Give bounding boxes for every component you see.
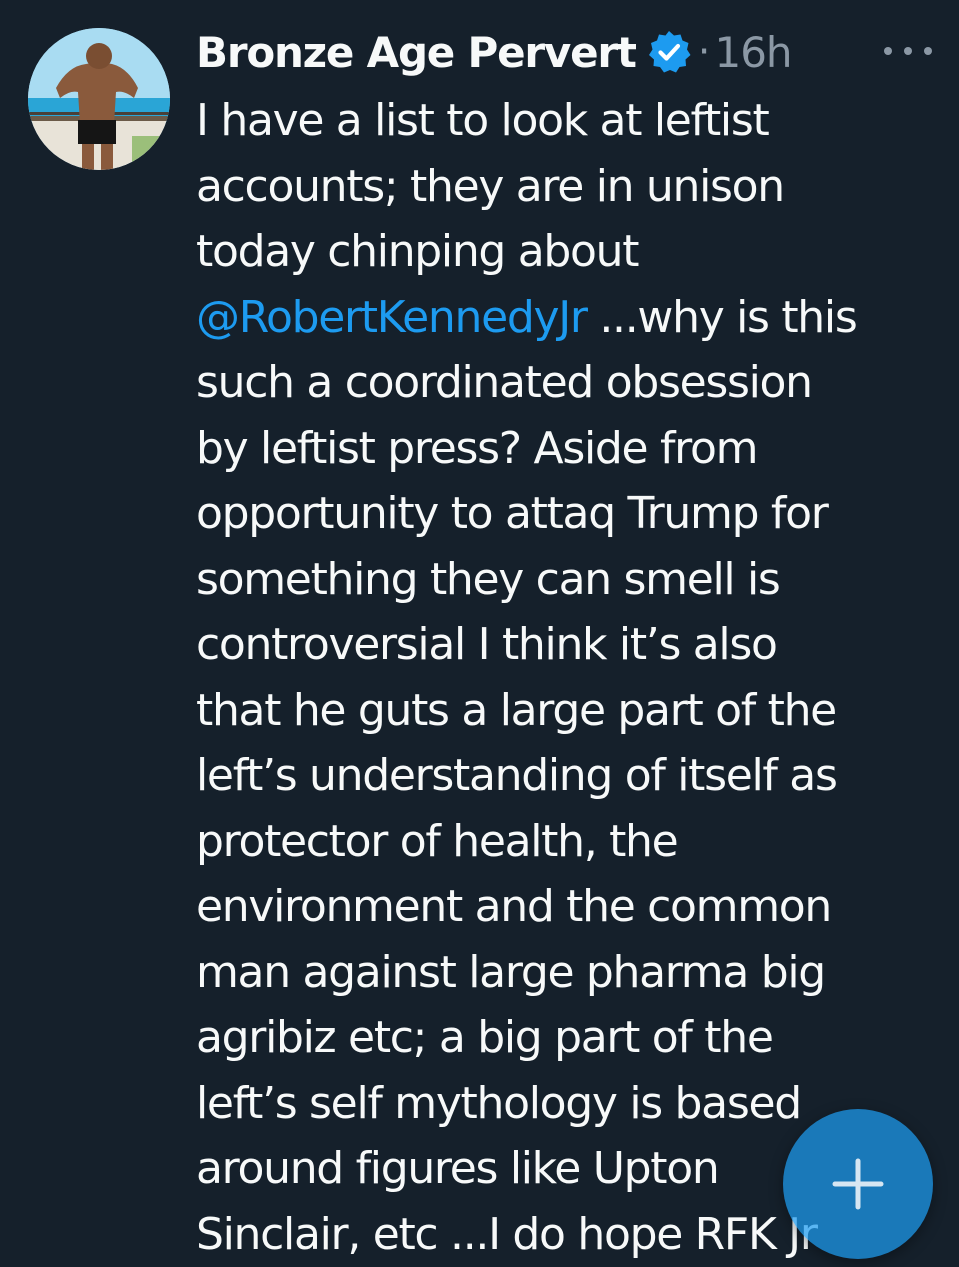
tweet-line-8: something they can smell is — [196, 547, 936, 613]
tweet-line-14: man against large pharma big — [196, 940, 936, 1006]
tweet-line-13: environment and the common — [196, 874, 936, 940]
mention-link[interactable]: @RobertKennedyJr — [196, 292, 587, 343]
author-name[interactable]: Bronze Age Pervert — [196, 28, 636, 77]
timestamp[interactable]: 16h — [714, 28, 791, 77]
separator-dot: · — [698, 29, 711, 75]
more-options-button[interactable] — [884, 36, 932, 66]
avatar-photo — [28, 28, 170, 170]
tweet-line-3: today chinping about — [196, 219, 936, 285]
tweet-line-12: protector of health, the — [196, 809, 936, 875]
more-horizontal-icon — [884, 47, 892, 55]
tweet-line-11: left’s understanding of itself as — [196, 743, 936, 809]
tweet-line-15: agribiz etc; a big part of the — [196, 1005, 936, 1071]
avatar[interactable] — [28, 28, 170, 170]
tweet-line-9: controversial I think it’s also — [196, 612, 936, 678]
tweet-line-5: such a coordinated obsession — [196, 350, 936, 416]
tweet-line-4: @RobertKennedyJr ...why is this — [196, 285, 936, 351]
compose-button[interactable] — [783, 1109, 933, 1259]
plus-icon — [783, 1109, 933, 1259]
tweet-text: I have a list to look at leftist account… — [196, 88, 936, 1267]
tweet-line-1: I have a list to look at leftist — [196, 88, 936, 154]
tweet-line-7: opportunity to attaq Trump for — [196, 481, 936, 547]
tweet-line-2: accounts; they are in unison — [196, 154, 936, 220]
tweet-line-6: by leftist press? Aside from — [196, 416, 936, 482]
tweet-header: Bronze Age Pervert · 16h — [196, 22, 792, 82]
verified-badge-icon — [646, 29, 692, 75]
tweet: Bronze Age Pervert · 16h I have a list t… — [0, 0, 959, 1265]
tweet-line-4-text: ...why is this — [599, 292, 856, 343]
tweet-line-10: that he guts a large part of the — [196, 678, 936, 744]
